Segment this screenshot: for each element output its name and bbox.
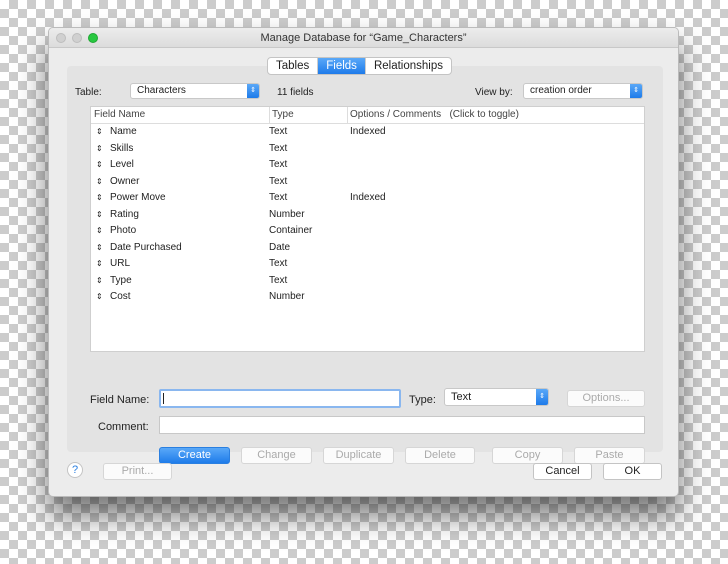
field-name-label: Field Name: (90, 394, 150, 406)
tab-fields[interactable]: Fields (318, 58, 366, 74)
field-type-cell: Text (269, 142, 288, 154)
close-button[interactable] (56, 33, 66, 43)
list-header: Field Name Type Options / Comments (Clic… (91, 107, 644, 124)
drag-handle-icon[interactable]: ⇕ (96, 124, 103, 140)
field-name-cell: URL (110, 258, 131, 269)
fields-list[interactable]: Field Name Type Options / Comments (Clic… (90, 106, 645, 352)
table-row[interactable]: ⇕ Skills Text (91, 141, 644, 158)
drag-handle-icon[interactable]: ⇕ (96, 223, 103, 239)
drag-handle-icon[interactable]: ⇕ (96, 190, 103, 206)
field-name-cell: Rating (110, 208, 139, 220)
column-header-field-name[interactable]: Field Name (94, 107, 145, 123)
comment-input[interactable] (159, 416, 645, 434)
drag-handle-icon[interactable]: ⇕ (96, 289, 103, 305)
field-name-cell: Level (110, 159, 134, 170)
table-label: Table: (75, 87, 102, 98)
table-row[interactable]: ⇕ Date Purchased Date (91, 240, 644, 257)
field-name-cell: Date Purchased (110, 241, 182, 253)
drag-handle-icon[interactable]: ⇕ (96, 207, 103, 223)
table-row[interactable]: ⇕ Rating Number (91, 207, 644, 224)
paste-button[interactable]: Paste (574, 447, 645, 464)
chevron-updown-icon: ⇕ (247, 84, 259, 98)
drag-handle-icon[interactable]: ⇕ (96, 157, 103, 173)
field-type-cell: Text (269, 274, 288, 286)
column-header-type[interactable]: Type (269, 107, 294, 123)
text-cursor (163, 393, 164, 404)
field-name-cell: Type (110, 274, 132, 286)
drag-handle-icon[interactable]: ⇕ (96, 240, 103, 256)
copy-button[interactable]: Copy (492, 447, 563, 464)
tab-bar: Tables Fields Relationships (267, 57, 452, 75)
table-row[interactable]: ⇕ Type Text (91, 273, 644, 290)
type-select-value: Text (451, 391, 472, 403)
print-button[interactable]: Print... (103, 463, 172, 480)
drag-handle-icon[interactable]: ⇕ (96, 256, 103, 272)
type-label: Type: (409, 394, 436, 406)
field-name-cell: Cost (110, 291, 131, 302)
field-name-cell: Photo (110, 225, 137, 236)
field-options-cell: Indexed (350, 126, 386, 137)
table-row[interactable]: ⇕ Name Text Indexed (91, 124, 644, 141)
table-row[interactable]: ⇕ Owner Text (91, 174, 644, 191)
chevron-updown-icon: ⇕ (630, 84, 642, 98)
change-button[interactable]: Change (241, 447, 312, 464)
drag-handle-icon[interactable]: ⇕ (96, 141, 103, 157)
help-button[interactable]: ? (67, 462, 83, 478)
field-name-cell: Owner (110, 175, 140, 187)
field-type-cell: Text (269, 159, 288, 170)
chevron-updown-icon: ⇕ (536, 389, 548, 405)
type-select[interactable]: Text ⇕ (444, 388, 549, 406)
table-row[interactable]: ⇕ Power Move Text Indexed (91, 190, 644, 207)
duplicate-button[interactable]: Duplicate (323, 447, 394, 464)
field-name-cell: Power Move (110, 192, 166, 203)
zoom-button[interactable] (88, 33, 98, 43)
drag-handle-icon[interactable]: ⇕ (96, 273, 103, 289)
cancel-button[interactable]: Cancel (533, 463, 592, 480)
table-select[interactable]: Characters ⇕ (130, 83, 260, 99)
field-type-cell: Container (269, 225, 313, 236)
minimize-button[interactable] (72, 33, 82, 43)
drag-handle-icon[interactable]: ⇕ (96, 174, 103, 190)
table-row[interactable]: ⇕ Cost Number (91, 289, 644, 306)
viewby-select[interactable]: creation order ⇕ (523, 83, 643, 99)
field-options-cell: Indexed (350, 192, 386, 203)
field-name-input[interactable] (159, 389, 401, 408)
tab-relationships[interactable]: Relationships (366, 58, 451, 74)
field-type-cell: Text (269, 192, 288, 203)
column-header-options[interactable]: Options / Comments (Click to toggle) (347, 107, 519, 123)
title-bar: Manage Database for “Game_Characters” (49, 28, 678, 48)
field-type-cell: Number (269, 208, 305, 220)
viewby-label: View by: (475, 87, 513, 98)
manage-database-window: Manage Database for “Game_Characters” Ta… (48, 27, 679, 497)
window-title: Manage Database for “Game_Characters” (260, 32, 467, 44)
field-type-cell: Text (269, 126, 288, 137)
field-type-cell: Date (269, 241, 291, 253)
field-type-cell: Text (269, 175, 288, 187)
field-name-cell: Skills (110, 142, 134, 154)
field-type-cell: Number (269, 291, 305, 302)
options-button[interactable]: Options... (567, 390, 645, 407)
ok-button[interactable]: OK (603, 463, 662, 480)
delete-button[interactable]: Delete (405, 447, 475, 464)
field-count: 11 fields (277, 87, 314, 98)
viewby-select-value: creation order (530, 85, 592, 96)
table-row[interactable]: ⇕ Photo Container (91, 223, 644, 240)
fields-panel: Table: Characters ⇕ 11 fields View by: cr… (67, 66, 663, 464)
create-button[interactable]: Create (159, 447, 230, 464)
field-name-cell: Name (110, 126, 137, 137)
tab-tables[interactable]: Tables (268, 58, 319, 74)
table-select-value: Characters (137, 85, 186, 96)
table-row[interactable]: ⇕ URL Text (91, 256, 644, 273)
comment-label: Comment: (98, 421, 149, 433)
field-type-cell: Text (269, 258, 288, 269)
table-row[interactable]: ⇕ Level Text (91, 157, 644, 174)
